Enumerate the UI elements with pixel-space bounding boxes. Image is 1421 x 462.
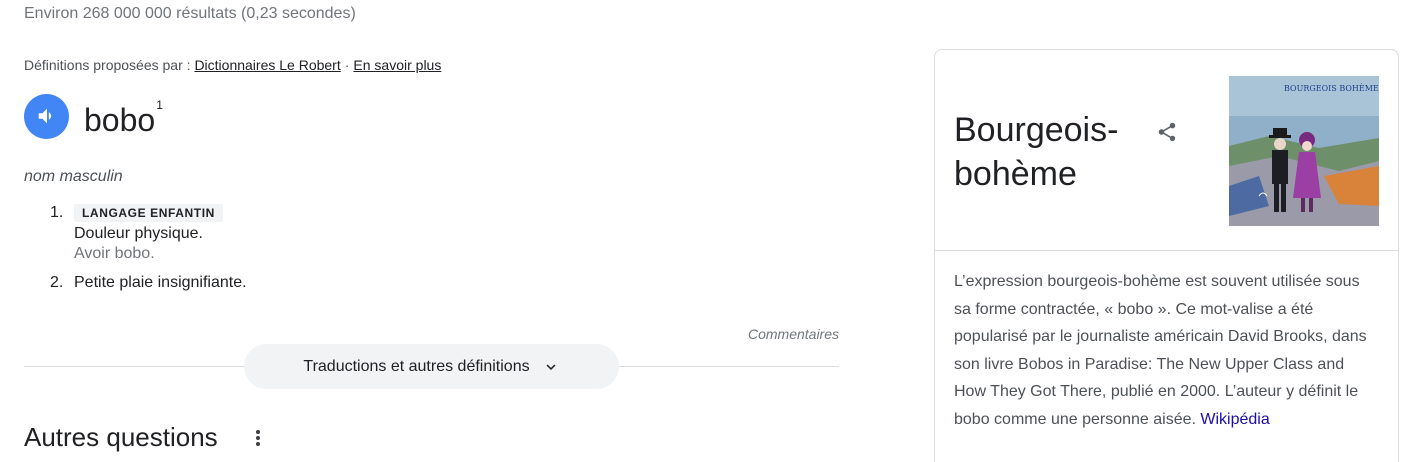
wikipedia-link[interactable]: Wikipédia	[1200, 411, 1269, 428]
pronunciation-button[interactable]	[24, 93, 69, 139]
source-separator: ·	[344, 57, 350, 73]
more-definitions-label: Traductions et autres définitions	[303, 357, 530, 375]
related-questions-heading: Autres questions	[24, 422, 218, 452]
headword-row: bobo1	[24, 93, 163, 139]
panel-title-line2: bohème	[954, 155, 1077, 193]
album-cover-image[interactable]: BOURGEOIS BOHÈME	[1229, 76, 1379, 226]
homograph-number: 1	[156, 97, 163, 112]
usage-label: LANGAGE ENFANTIN	[74, 204, 223, 222]
sense-number: 1.	[50, 204, 64, 221]
learn-more-link[interactable]: En savoir plus	[353, 57, 441, 73]
share-button[interactable]	[1153, 118, 1181, 146]
panel-description-text: L’expression bourgeois-bohème est souven…	[954, 273, 1367, 428]
headword: bobo1	[84, 98, 163, 139]
sense-number: 2.	[50, 274, 64, 291]
sense-definition: Petite plaie insignifiante.	[74, 274, 247, 291]
more-vert-icon[interactable]	[250, 428, 266, 448]
feedback-link[interactable]: Commentaires	[748, 326, 839, 342]
definition-source: Définitions proposées par : Dictionnaire…	[24, 57, 441, 73]
source-prefix: Définitions proposées par :	[24, 57, 191, 73]
result-stats: Environ 268 000 000 résultats (0,23 seco…	[24, 5, 356, 22]
source-provider-link[interactable]: Dictionnaires Le Robert	[194, 57, 340, 73]
part-of-speech: nom masculin	[24, 168, 123, 185]
more-definitions-button[interactable]: Traductions et autres définitions	[244, 344, 619, 389]
panel-divider	[935, 250, 1398, 251]
chevron-down-icon	[542, 358, 560, 376]
speaker-icon	[38, 108, 51, 124]
panel-title: Bourgeois- bohème	[954, 108, 1154, 196]
headword-text: bobo	[84, 101, 156, 138]
panel-description: L’expression bourgeois-bohème est souven…	[954, 268, 1379, 433]
knowledge-panel: Bourgeois- bohème BOURGEOIS BOHÈME L’exp…	[934, 49, 1399, 462]
sense-example: Avoir bobo.	[74, 245, 155, 262]
sense-definition: Douleur physique.	[74, 225, 203, 242]
panel-title-line1: Bourgeois-	[954, 111, 1119, 149]
share-icon	[1158, 122, 1176, 142]
album-cover-lettering: BOURGEOIS BOHÈME	[1284, 84, 1379, 93]
